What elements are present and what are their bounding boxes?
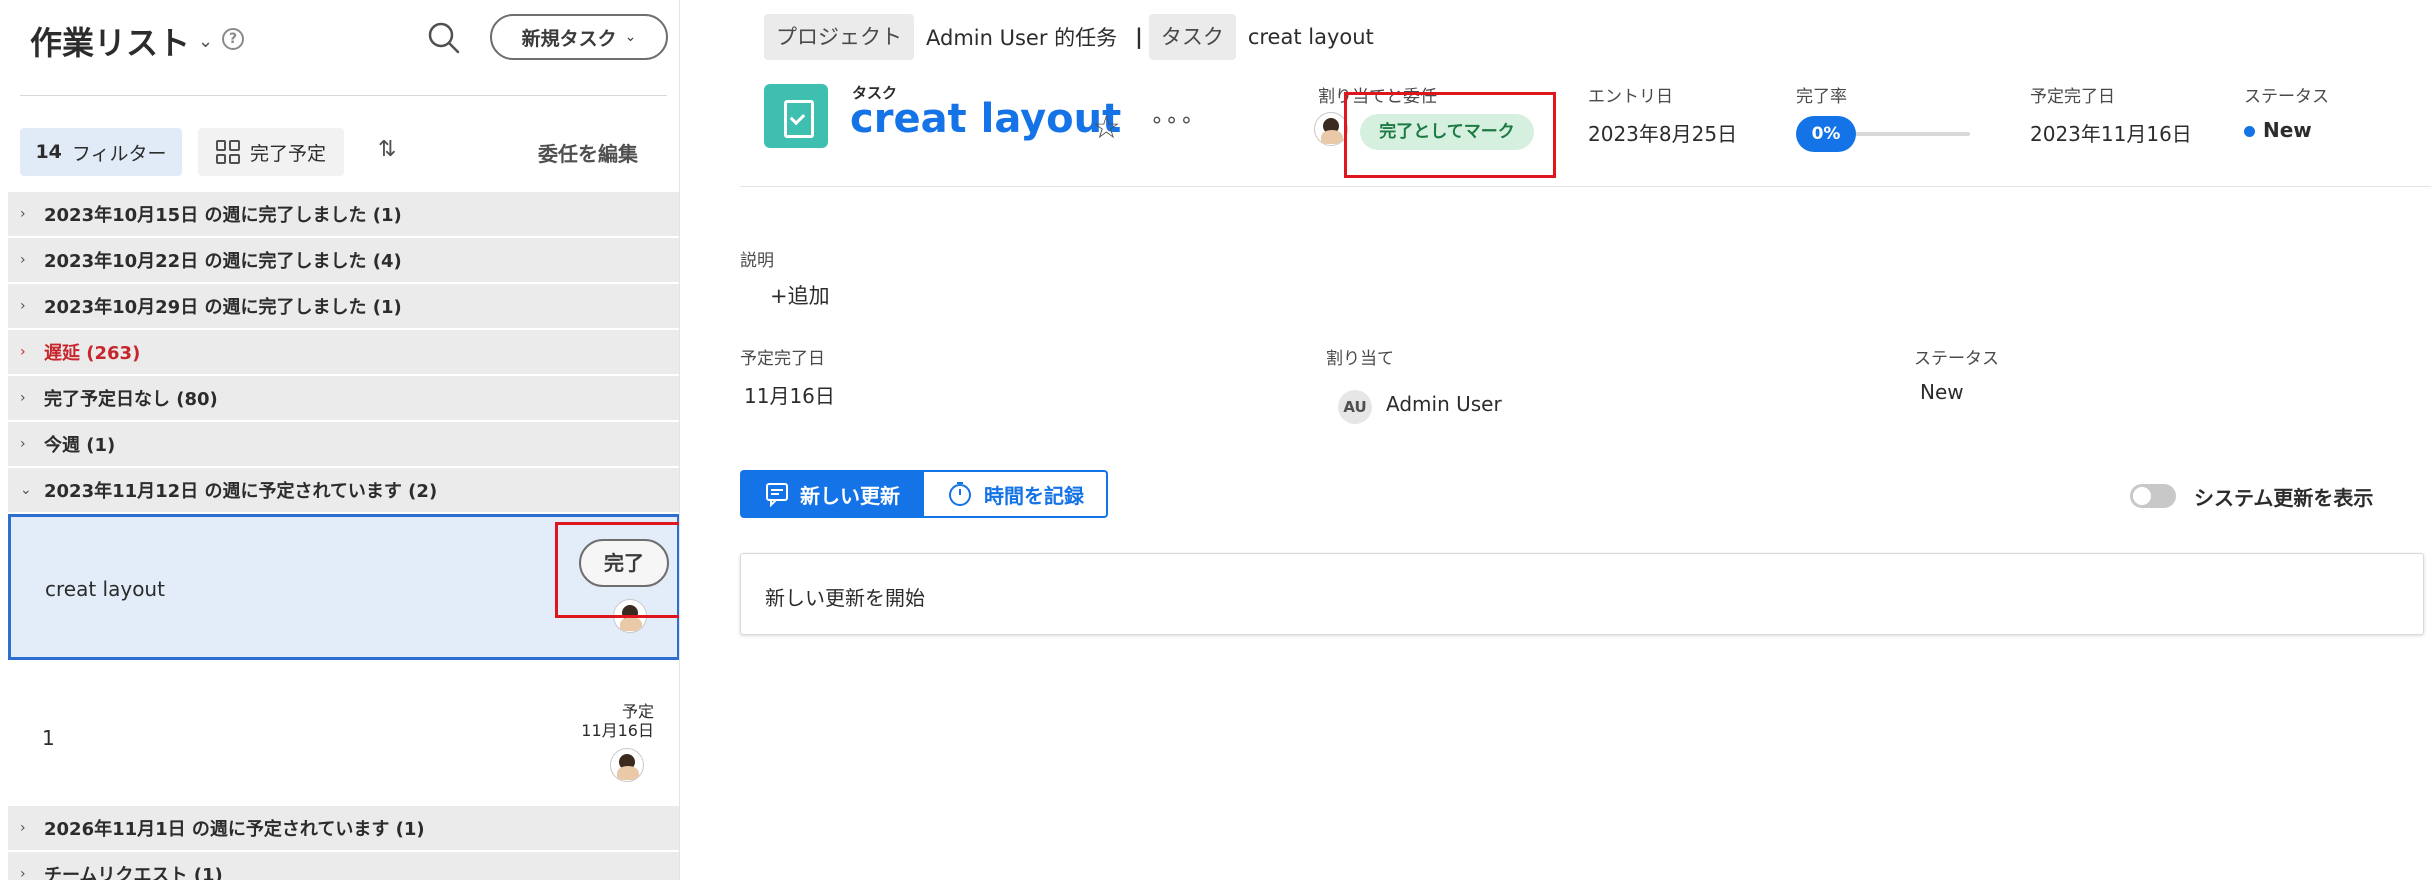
group-row[interactable]: › 完了予定日なし (80) bbox=[8, 376, 679, 422]
tab-new-update[interactable]: 新しい更新 bbox=[740, 470, 924, 518]
group-label: 遅延 (263) bbox=[44, 343, 141, 364]
tab-log-time-label: 時間を記録 bbox=[984, 483, 1084, 508]
new-update-input[interactable]: 新しい更新を開始 bbox=[740, 553, 2424, 635]
status-field-value[interactable]: New bbox=[1920, 380, 1964, 404]
chevron-right-icon: › bbox=[20, 252, 26, 268]
chevron-right-icon: › bbox=[20, 390, 26, 406]
group-row[interactable]: › 2026年11月1日 の週に予定されています (1) bbox=[8, 806, 679, 852]
breadcrumb-task-name: creat layout bbox=[1247, 25, 1374, 49]
task-due-date: 11月16日 bbox=[581, 721, 654, 740]
breadcrumb-project-link[interactable]: Admin User 的任务 bbox=[914, 22, 1129, 52]
chevron-right-icon: › bbox=[20, 206, 26, 222]
filter-button[interactable]: 14 フィルター bbox=[20, 128, 182, 176]
due-date-field-label: 予定完了日 bbox=[740, 349, 825, 369]
comment-icon bbox=[766, 483, 788, 507]
group-label: 2023年10月29日 の週に完了しました (1) bbox=[44, 297, 402, 318]
avatar bbox=[610, 748, 644, 782]
assignee-name[interactable]: Admin User bbox=[1386, 392, 1502, 416]
status-field-label: ステータス bbox=[1914, 349, 1999, 369]
status-dot-icon bbox=[2244, 126, 2255, 137]
divider bbox=[20, 95, 667, 96]
system-updates-toggle[interactable] bbox=[2130, 484, 2176, 508]
add-description-link[interactable]: +追加 bbox=[770, 280, 830, 310]
task-due-label: 予定 11月16日 bbox=[581, 702, 654, 740]
chevron-down-icon: ⌄ bbox=[198, 30, 214, 52]
sort-icon[interactable]: ⇅ bbox=[378, 137, 396, 162]
work-list-panel: 作業リスト ⌄ ? 新規タスク ⌄ 14 フィルター 完了予定 ⇅ 委任を編集 … bbox=[0, 0, 680, 880]
assignment-field-label: 割り当て bbox=[1326, 349, 1394, 369]
status-value[interactable]: New bbox=[2244, 118, 2312, 142]
group-label: 2023年10月22日 の週に完了しました (4) bbox=[44, 251, 402, 272]
filter-count: 14 bbox=[35, 141, 62, 163]
status-label: ステータス bbox=[2244, 87, 2329, 107]
planned-completion-label: 予定完了日 bbox=[2030, 87, 2115, 107]
divider bbox=[740, 186, 2431, 187]
group-label: 2026年11月1日 の週に予定されています (1) bbox=[44, 819, 425, 840]
grid-icon bbox=[215, 140, 240, 164]
breadcrumb: プロジェクト Admin User 的任务 | タスク creat layout bbox=[764, 14, 1386, 60]
work-list-title-text: 作業リスト bbox=[30, 24, 191, 62]
chevron-right-icon: › bbox=[20, 298, 26, 314]
group-label: チームリクエスト (1) bbox=[44, 865, 223, 880]
group-label: 完了予定日なし (80) bbox=[44, 389, 218, 410]
group-label: 2023年10月15日 の週に完了しました (1) bbox=[44, 205, 402, 226]
group-row[interactable]: › チームリクエスト (1) bbox=[8, 852, 679, 880]
status-text: New bbox=[2263, 118, 2312, 142]
stopwatch-icon bbox=[949, 482, 971, 506]
avatar[interactable] bbox=[1314, 112, 1348, 146]
tab-new-update-label: 新しい更新 bbox=[800, 483, 900, 508]
group-label: 今週 (1) bbox=[44, 435, 116, 456]
due-group-button[interactable]: 完了予定 bbox=[198, 128, 344, 176]
chevron-right-icon: › bbox=[20, 866, 26, 880]
group-row[interactable]: › 2023年10月29日 の週に完了しました (1) bbox=[8, 284, 679, 330]
task-name: creat layout bbox=[45, 577, 165, 601]
highlight-box bbox=[555, 522, 679, 618]
search-icon[interactable] bbox=[424, 18, 464, 58]
chevron-down-icon: ⌄ bbox=[20, 482, 32, 498]
filter-label: フィルター bbox=[71, 142, 167, 165]
task-due-prefix: 予定 bbox=[621, 702, 654, 721]
due-group-label: 完了予定 bbox=[249, 142, 326, 165]
star-icon[interactable]: ☆ bbox=[1092, 108, 1121, 146]
percent-complete-label: 完了率 bbox=[1796, 87, 1847, 107]
task-name: 1 bbox=[42, 726, 55, 750]
task-clipboard-icon bbox=[764, 84, 828, 148]
chevron-right-icon: › bbox=[20, 344, 26, 360]
due-date-field-value[interactable]: 11月16日 bbox=[744, 380, 835, 409]
description-label: 説明 bbox=[740, 251, 774, 271]
highlight-box bbox=[1344, 92, 1556, 178]
group-row[interactable]: › 今週 (1) bbox=[8, 422, 679, 468]
group-row-expanded[interactable]: ⌄ 2023年11月12日 の週に予定されています (2) bbox=[8, 468, 679, 514]
breadcrumb-project-chip: プロジェクト bbox=[764, 14, 914, 60]
percent-complete-value[interactable]: 0% bbox=[1796, 116, 1856, 152]
new-update-placeholder: 新しい更新を開始 bbox=[765, 586, 925, 610]
task-detail-panel: プロジェクト Admin User 的任务 | タスク creat layout… bbox=[740, 0, 2431, 880]
chevron-right-icon: › bbox=[20, 436, 26, 452]
breadcrumb-separator: | bbox=[1135, 25, 1143, 49]
entry-date-value: 2023年8月25日 bbox=[1588, 122, 1738, 146]
group-row[interactable]: › 2023年10月22日 の週に完了しました (4) bbox=[8, 238, 679, 284]
group-label: 2023年11月12日 の週に予定されています (2) bbox=[44, 481, 438, 502]
system-updates-label: システム更新を表示 bbox=[2194, 486, 2374, 510]
planned-completion-value[interactable]: 2023年11月16日 bbox=[2030, 118, 2192, 147]
avatar: AU bbox=[1338, 390, 1372, 424]
task-title[interactable]: creat layout bbox=[850, 96, 1121, 142]
group-row[interactable]: › 2023年10月15日 の週に完了しました (1) bbox=[8, 192, 679, 238]
breadcrumb-task-chip: タスク bbox=[1148, 14, 1236, 60]
work-list-title[interactable]: 作業リスト ⌄ bbox=[30, 18, 213, 64]
entry-date-label: エントリ日 bbox=[1588, 87, 1673, 107]
task-list-item[interactable]: 1 予定 11月16日 bbox=[8, 660, 679, 806]
new-task-button[interactable]: 新規タスク ⌄ bbox=[490, 14, 668, 60]
updates-tabs: 新しい更新 時間を記録 bbox=[740, 470, 1108, 518]
new-task-label: 新規タスク bbox=[521, 27, 617, 50]
tab-log-time[interactable]: 時間を記録 bbox=[924, 470, 1108, 518]
help-icon[interactable]: ? bbox=[222, 28, 244, 50]
group-row-overdue[interactable]: › 遅延 (263) bbox=[8, 330, 679, 376]
chevron-down-icon: ⌄ bbox=[624, 29, 637, 45]
chevron-right-icon: › bbox=[20, 820, 26, 836]
edit-delegation-link[interactable]: 委任を編集 bbox=[538, 138, 638, 167]
more-icon[interactable]: ∘∘∘ bbox=[1150, 108, 1194, 133]
